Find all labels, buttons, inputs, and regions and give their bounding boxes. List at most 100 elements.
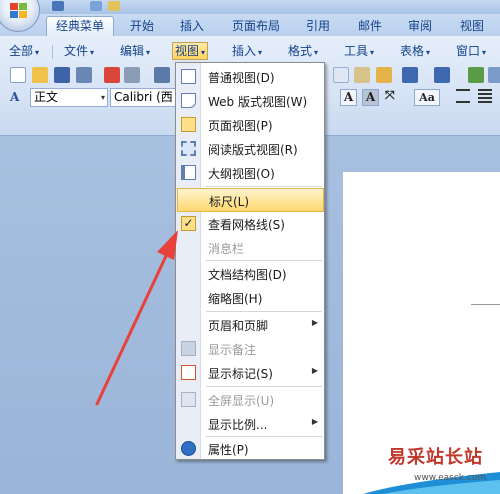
tab-insert[interactable]: 插入 xyxy=(172,17,212,36)
outline-view-icon xyxy=(181,165,196,180)
permission-icon[interactable] xyxy=(76,67,92,83)
menu-item-message-bar: 消息栏 xyxy=(177,236,324,260)
tab-page-layout[interactable]: 页面布局 xyxy=(224,17,288,36)
menu-item-show-comments: 显示备注 xyxy=(177,337,324,361)
print-preview-icon[interactable] xyxy=(104,67,120,83)
ribbon-tabs: 经典菜单 开始 插入 页面布局 引用 邮件 审阅 视图 xyxy=(0,14,500,37)
quick-access-toolbar xyxy=(0,0,500,14)
menu-item-header-footer[interactable]: 页眉和页脚 ▶ xyxy=(177,313,324,337)
checkmark-icon: ✓ xyxy=(181,216,196,231)
menu-item-ruler[interactable]: 标尺(L) xyxy=(177,188,324,212)
menu-item-show-markup[interactable]: 显示标记(S) ▶ xyxy=(177,361,324,385)
menu-view[interactable]: 视图 ▾ xyxy=(172,42,209,60)
view-dropdown-menu: 普通视图(D) Web 版式视图(W) 页面视图(P) 阅读版式视图(R) 大纲… xyxy=(175,62,325,460)
menu-item-label: 属性(P) xyxy=(208,443,249,457)
undo-icon[interactable] xyxy=(402,67,418,83)
menu-item-gridlines[interactable]: ✓ 查看网格线(S) xyxy=(177,212,324,236)
print-icon[interactable] xyxy=(124,67,140,83)
menu-item-outline-view[interactable]: 大纲视图(O) xyxy=(177,161,324,185)
menu-window[interactable]: 窗口 ▾ xyxy=(456,43,486,59)
web-layout-icon xyxy=(181,93,196,108)
save-icon[interactable] xyxy=(54,67,70,83)
menu-separator xyxy=(206,186,322,187)
hyperlink-icon[interactable] xyxy=(468,67,484,83)
menu-separator xyxy=(206,386,322,387)
styles-icon[interactable]: A xyxy=(10,90,19,104)
watermark-url: www.easck.com xyxy=(414,473,487,483)
menu-item-web-layout[interactable]: Web 版式视图(W) xyxy=(177,89,324,113)
menu-item-reading-layout[interactable]: 阅读版式视图(R) xyxy=(177,137,324,161)
align-left-icon[interactable] xyxy=(456,89,470,103)
research-icon[interactable] xyxy=(154,67,170,83)
character-shading-icon[interactable]: A xyxy=(362,89,379,106)
office-logo-icon xyxy=(10,3,28,19)
menu-item-zoom[interactable]: 显示比例... ▶ xyxy=(177,412,324,436)
style-combo[interactable]: 正文 ▾ xyxy=(30,88,108,107)
markup-icon xyxy=(181,365,196,380)
open-folder-icon[interactable] xyxy=(32,67,48,83)
menu-item-properties[interactable]: 属性(P) xyxy=(177,437,324,461)
save-icon[interactable] xyxy=(52,1,64,11)
menu-separator xyxy=(206,311,322,312)
menu-tools[interactable]: 工具 ▾ xyxy=(344,43,374,59)
paste-icon[interactable] xyxy=(354,67,370,83)
menu-item-label: 缩略图(H) xyxy=(208,292,263,306)
menu-item-page-view[interactable]: 页面视图(P) xyxy=(177,113,324,137)
submenu-arrow-icon: ▶ xyxy=(311,417,318,426)
menu-item-label: 大纲视图(O) xyxy=(208,167,275,181)
tab-review[interactable]: 审阅 xyxy=(400,17,440,36)
justify-icon[interactable] xyxy=(478,89,492,103)
tab-view[interactable]: 视图 xyxy=(452,17,492,36)
classic-menubar: 全部 ▾ 文件 ▾ 编辑 ▾ 视图 ▾ 插入 ▾ 格式 ▾ 工具 ▾ 表格 ▾ 窗口 ▾ xyxy=(0,36,500,64)
menu-item-label: 显示备注 xyxy=(208,343,257,357)
tab-home[interactable]: 开始 xyxy=(122,17,162,36)
watermark-title: 易采站长站 xyxy=(388,447,483,468)
submenu-arrow-icon: ▶ xyxy=(311,366,318,375)
redo-icon[interactable] xyxy=(434,67,450,83)
menu-item-label: 显示比例... xyxy=(208,418,268,432)
clear-format-icon[interactable]: ⤧ xyxy=(385,88,395,103)
normal-view-icon xyxy=(181,69,196,84)
menu-file[interactable]: 文件 ▾ xyxy=(64,43,94,59)
font-combo[interactable]: Calibri (西文 xyxy=(110,88,176,107)
format-painter-icon[interactable] xyxy=(376,67,392,83)
tab-classic-menu[interactable]: 经典菜单 xyxy=(46,16,114,37)
character-border-icon[interactable]: A xyxy=(340,89,357,106)
page-view-icon xyxy=(181,117,196,132)
menu-table[interactable]: 表格 ▾ xyxy=(400,43,430,59)
menu-item-label: 页眉和页脚 xyxy=(208,319,269,333)
undo-icon[interactable] xyxy=(90,1,102,11)
submenu-arrow-icon: ▶ xyxy=(311,318,318,327)
menu-item-normal-view[interactable]: 普通视图(D) xyxy=(177,65,324,89)
redo-icon[interactable] xyxy=(108,1,120,11)
menu-item-label: 文档结构图(D) xyxy=(208,268,287,282)
comments-icon xyxy=(181,341,196,356)
menu-separator xyxy=(206,260,322,261)
menu-item-label: 标尺(L) xyxy=(209,195,250,209)
properties-icon xyxy=(181,441,196,456)
menu-item-label: 页面视图(P) xyxy=(208,119,273,133)
menu-edit[interactable]: 编辑 ▾ xyxy=(120,43,150,59)
menu-item-label: 消息栏 xyxy=(208,242,245,256)
menu-item-label: 显示标记(S) xyxy=(208,367,273,381)
copy-icon[interactable] xyxy=(333,67,349,83)
menu-insert[interactable]: 插入 ▾ xyxy=(232,43,262,59)
tab-mailings[interactable]: 邮件 xyxy=(350,17,390,36)
menu-item-label: Web 版式视图(W) xyxy=(208,95,308,109)
menu-format[interactable]: 格式 ▾ xyxy=(288,43,318,59)
new-document-icon[interactable] xyxy=(10,67,26,83)
menu-item-thumbnails[interactable]: 缩略图(H) xyxy=(177,286,324,310)
reading-layout-icon xyxy=(181,141,196,156)
menu-item-label: 全屏显示(U) xyxy=(208,394,275,408)
tab-references[interactable]: 引用 xyxy=(298,17,338,36)
table-icon[interactable] xyxy=(488,67,500,83)
menu-item-label: 普通视图(D) xyxy=(208,71,275,85)
menu-item-full-screen: 全屏显示(U) xyxy=(177,388,324,412)
menu-item-label: 阅读版式视图(R) xyxy=(208,143,298,157)
menu-item-document-map[interactable]: 文档结构图(D) xyxy=(177,262,324,286)
margin-marker xyxy=(471,304,500,305)
menu-item-label: 查看网格线(S) xyxy=(208,218,285,232)
fullscreen-icon xyxy=(181,392,196,407)
menu-all[interactable]: 全部 ▾ xyxy=(9,43,39,59)
change-case-icon[interactable]: Aa xyxy=(414,89,440,106)
